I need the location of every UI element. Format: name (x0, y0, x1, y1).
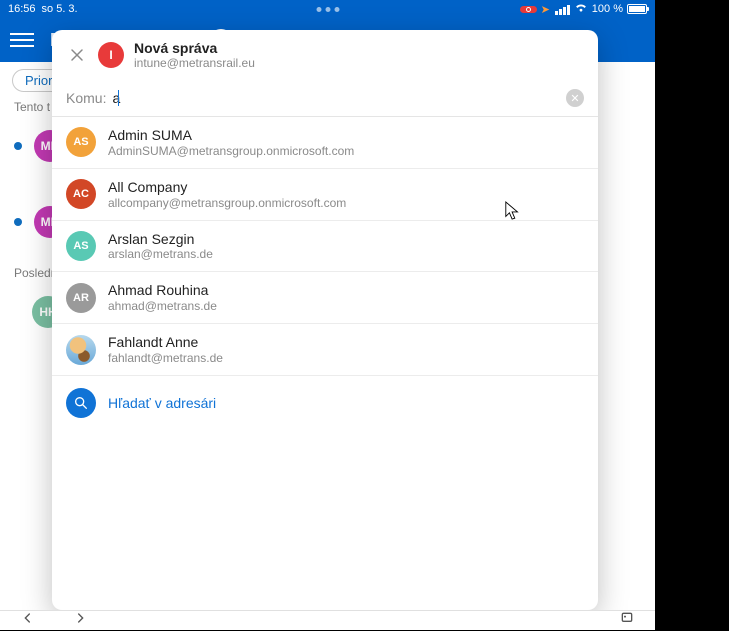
search-directory-label: Hľadať v adresári (108, 395, 216, 411)
contact-name: Arslan Sezgin (108, 231, 213, 248)
unread-dot-icon (14, 218, 22, 226)
contact-suggestion[interactable]: AC All Companyallcompany@metransgroup.onm… (52, 169, 598, 221)
to-input[interactable]: a (112, 90, 119, 106)
status-bar: 16:56 so 5. 3. ➤ 100 % (0, 0, 655, 18)
contact-name: Fahlandt Anne (108, 334, 223, 351)
battery-percent: 100 % (592, 3, 623, 15)
back-icon[interactable] (20, 610, 36, 631)
wifi-icon (574, 3, 588, 16)
compose-sheet: I Nová správa intune@metransrail.eu Komu… (52, 30, 598, 610)
contact-email: fahlandt@metrans.de (108, 351, 223, 365)
search-directory-icon (66, 388, 96, 418)
screen-recording-badge[interactable] (520, 6, 537, 13)
contact-suggestion[interactable]: AR Ahmad Rouhinaahmad@metrans.de (52, 272, 598, 324)
compose-title: Nová správa (134, 40, 255, 56)
contact-name: Ahmad Rouhina (108, 282, 217, 299)
clear-input-icon[interactable]: ✕ (566, 89, 584, 107)
search-directory-row[interactable]: Hľadať v adresári (52, 376, 598, 430)
contact-email: ahmad@metrans.de (108, 299, 217, 313)
contact-suggestions: AS Admin SUMAAdminSUMA@metransgroup.onmic… (52, 117, 598, 376)
contact-name: All Company (108, 179, 346, 196)
menu-icon[interactable] (10, 28, 34, 52)
contact-suggestion[interactable]: Fahlandt Annefahlandt@metrans.de (52, 324, 598, 376)
status-time: 16:56 (8, 3, 36, 15)
contact-suggestion[interactable]: AS Admin SUMAAdminSUMA@metransgroup.onmic… (52, 117, 598, 169)
contact-avatar: AS (66, 127, 96, 157)
to-label: Komu: (66, 90, 106, 106)
forward-icon[interactable] (72, 610, 88, 631)
to-field-row[interactable]: Komu: a ✕ (52, 80, 598, 117)
location-icon: ➤ (541, 3, 550, 16)
battery-icon (627, 4, 647, 14)
sender-avatar: I (98, 42, 124, 68)
close-icon[interactable] (66, 44, 88, 66)
attachment-icon[interactable] (619, 610, 635, 631)
bottom-toolbar (0, 610, 655, 630)
contact-email: AdminSUMA@metransgroup.onmicrosoft.com (108, 144, 354, 158)
unread-dot-icon (14, 142, 22, 150)
cellular-signal-icon (554, 3, 570, 15)
contact-email: allcompany@metransgroup.onmicrosoft.com (108, 196, 346, 210)
multitask-dots[interactable] (316, 7, 339, 12)
sender-email: intune@metransrail.eu (134, 56, 255, 70)
contact-avatar: AC (66, 179, 96, 209)
contact-suggestion[interactable]: AS Arslan Sezginarslan@metrans.de (52, 221, 598, 273)
contact-avatar (66, 335, 96, 365)
contact-avatar: AS (66, 231, 96, 261)
contact-avatar: AR (66, 283, 96, 313)
contact-name: Admin SUMA (108, 127, 354, 144)
status-date: so 5. 3. (42, 3, 78, 15)
contact-email: arslan@metrans.de (108, 247, 213, 261)
